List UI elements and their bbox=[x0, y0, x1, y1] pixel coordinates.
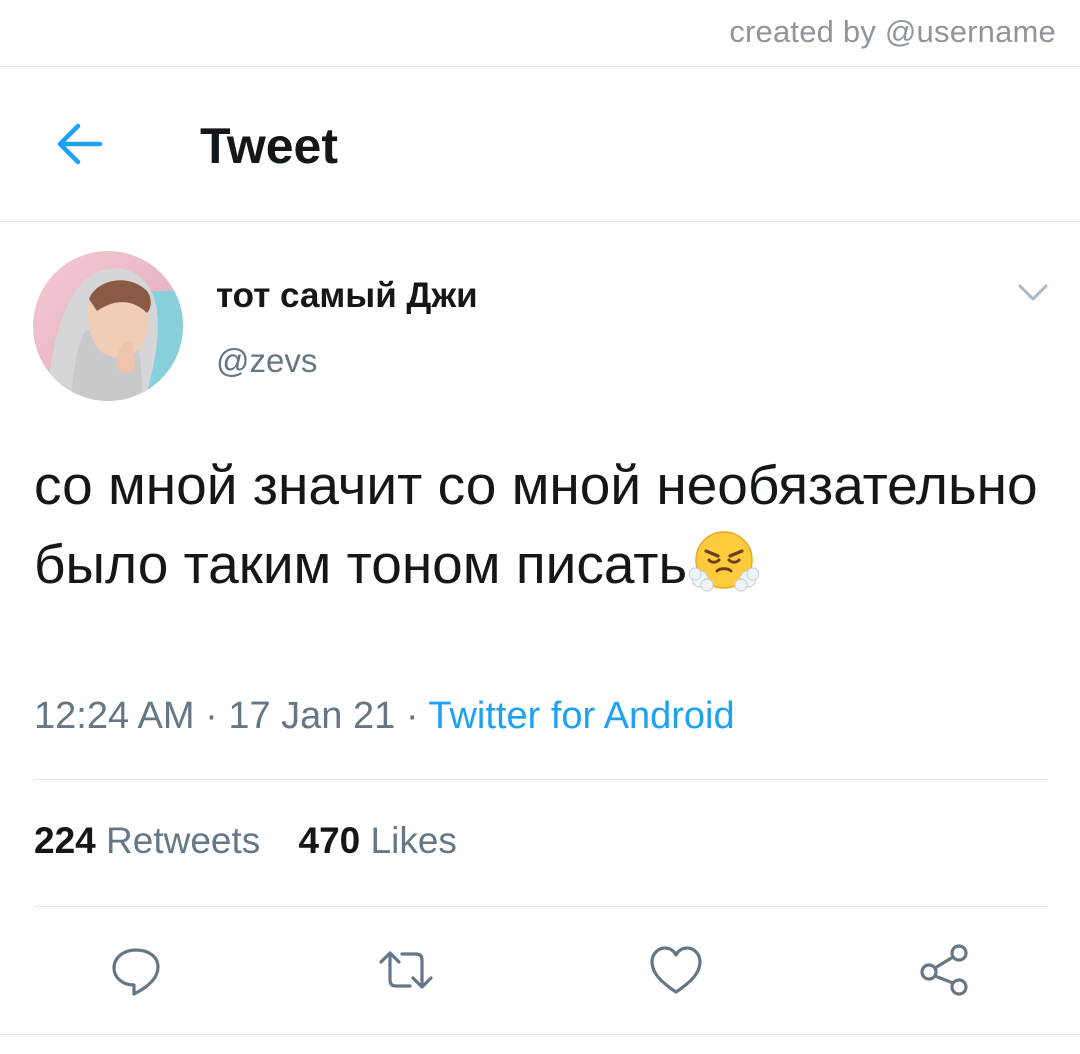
watermark-text: created by @username bbox=[729, 14, 1056, 49]
meta-separator: · bbox=[395, 695, 429, 737]
avatar[interactable] bbox=[33, 251, 183, 401]
share-button[interactable] bbox=[912, 938, 976, 1002]
likes-count: 470 bbox=[298, 820, 361, 861]
reply-icon bbox=[112, 948, 160, 996]
tweet-text-content: со мной значит со мной необязательно был… bbox=[34, 454, 1038, 595]
author-display-name[interactable]: тот самый Джи bbox=[216, 276, 478, 316]
retweet-icon bbox=[379, 951, 433, 989]
likes-stat[interactable]: 470 Likes bbox=[299, 820, 457, 862]
share-icon bbox=[920, 944, 968, 996]
retweets-stat[interactable]: 224 Retweets bbox=[34, 820, 260, 862]
tweet-meta: 12:24 AM · 17 Jan 21 · Twitter for Andro… bbox=[34, 695, 735, 738]
avatar-image bbox=[33, 251, 183, 401]
author-handle[interactable]: @zevs bbox=[216, 342, 317, 380]
tweet-source-link[interactable]: Twitter for Android bbox=[428, 695, 734, 737]
stats-divider bbox=[34, 906, 1048, 907]
retweets-count: 224 bbox=[34, 820, 96, 861]
reply-button[interactable] bbox=[104, 938, 168, 1002]
arrow-left-icon bbox=[57, 123, 103, 165]
tweet-stats: 224 Retweets 470 Likes bbox=[34, 820, 485, 862]
tweet-date: 17 Jan 21 bbox=[228, 695, 396, 737]
likes-label: Likes bbox=[370, 820, 457, 861]
retweets-label: Retweets bbox=[106, 820, 261, 861]
app-header: Tweet bbox=[0, 67, 1080, 221]
tweet-menu-button[interactable] bbox=[1010, 278, 1056, 308]
steam-face-emoji-icon bbox=[688, 527, 760, 597]
back-button[interactable] bbox=[44, 109, 114, 179]
header-divider bbox=[0, 221, 1080, 222]
chevron-down-icon bbox=[1018, 284, 1048, 301]
tweet-time: 12:24 AM bbox=[34, 695, 195, 737]
meta-separator: · bbox=[194, 695, 229, 737]
retweet-button[interactable] bbox=[374, 938, 438, 1002]
tweet-text: со мной значит со мной необязательно был… bbox=[34, 446, 1044, 604]
like-icon bbox=[650, 946, 702, 994]
bottom-divider bbox=[0, 1034, 1080, 1035]
like-button[interactable] bbox=[644, 938, 708, 1002]
meta-divider bbox=[34, 779, 1048, 780]
page-title: Tweet bbox=[200, 118, 338, 174]
